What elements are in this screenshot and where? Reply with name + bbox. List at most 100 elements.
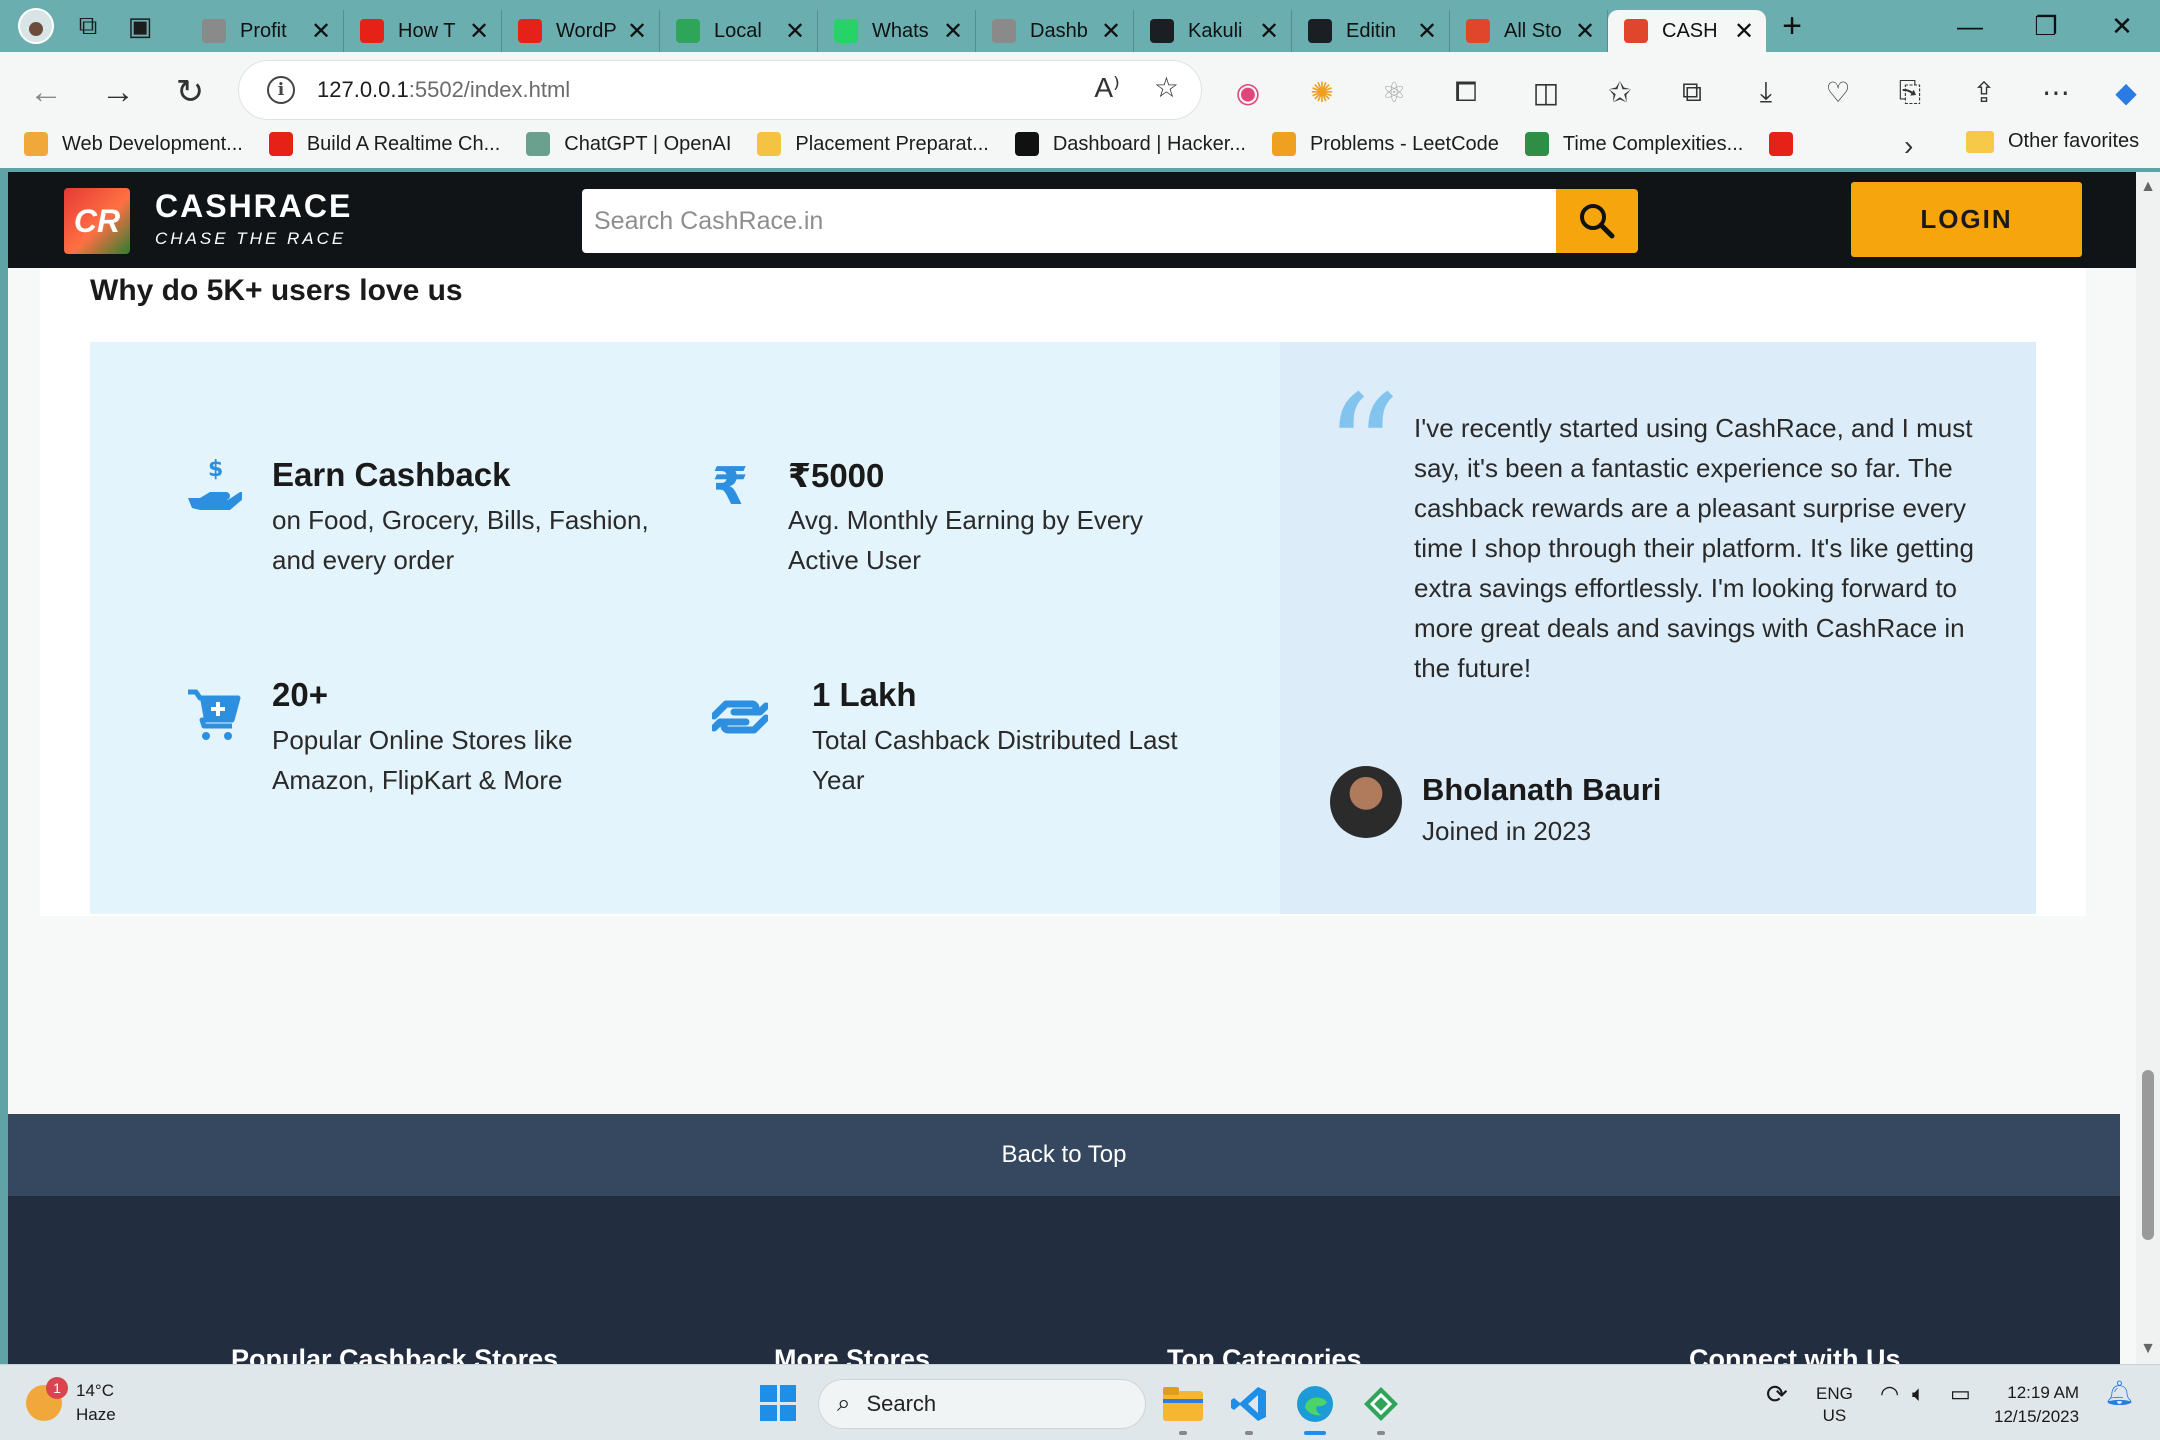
tab-actions-icon[interactable]: ▣ <box>114 0 166 52</box>
system-clock[interactable]: 12:19 AM 12/15/2023 <box>1994 1381 2079 1429</box>
volume-icon[interactable]: 🔈︎ <box>1912 1383 1925 1405</box>
brand-name: CASHRACE <box>155 188 353 224</box>
notification-badge: 1 <box>46 1377 68 1399</box>
read-aloud-icon[interactable]: A⁾ <box>1094 71 1120 104</box>
browser-tab[interactable]: WordP ✕ <box>502 10 660 52</box>
login-button[interactable]: LOGIN <box>1851 182 2082 257</box>
weather-widget[interactable]: 1 14°C Haze <box>26 1377 116 1427</box>
close-tab-icon[interactable]: ✕ <box>1415 17 1439 46</box>
extension-colorful-icon[interactable]: ✺ <box>1296 66 1348 118</box>
browser-tab[interactable]: Dashb ✕ <box>976 10 1134 52</box>
bookmark-item[interactable]: Dashboard | Hacker... <box>1014 132 1246 156</box>
file-explorer-icon[interactable] <box>1158 1379 1208 1435</box>
scroll-down-arrow-icon[interactable]: ▼ <box>2136 1340 2160 1358</box>
cashrace-icon <box>202 19 226 43</box>
downloads-icon[interactable]: ⤓ <box>1740 66 1792 118</box>
back-button[interactable]: ← <box>20 66 72 118</box>
footer-heading-top-categories: Top Categories <box>1167 1344 1362 1364</box>
feature-title: Earn Cashback <box>272 456 511 493</box>
close-tab-icon[interactable]: ✕ <box>1573 17 1597 46</box>
page-scrollbar[interactable]: ▲ ▼ <box>2136 172 2160 1364</box>
more-menu-icon[interactable]: ⋯ <box>2030 66 2082 118</box>
notification-bell-icon[interactable]: 🔔︎ <box>2104 1382 2134 1406</box>
collections-icon[interactable]: ⧉ <box>1666 66 1718 118</box>
bookmark-item[interactable]: Time Complexities... <box>1524 132 1743 156</box>
minimize-button[interactable]: — <box>1932 0 2008 52</box>
feature-desc: Total Cashback Distributed Last Year <box>812 725 1178 795</box>
browser-tab-strip: ⧉ ▣ Profit ✕ How T ✕ WordP ✕ Local ✕ Whats ✕ Dashb… <box>0 0 2160 52</box>
sync-icon[interactable]: ⟳ <box>1766 1381 1788 1407</box>
close-tab-icon[interactable]: ✕ <box>1099 17 1123 46</box>
browser-tab[interactable]: Kakuli ✕ <box>1134 10 1292 52</box>
start-button[interactable] <box>760 1385 796 1421</box>
vscode-icon[interactable] <box>1224 1379 1274 1435</box>
maximize-button[interactable]: ❐ <box>2008 0 2084 52</box>
close-tab-icon[interactable]: ✕ <box>1257 17 1281 46</box>
bookmark-item[interactable]: Web Development... <box>24 132 243 156</box>
browser-tab[interactable]: Profit ✕ <box>186 10 344 52</box>
search-input[interactable] <box>582 189 1556 253</box>
tab-title: Local <box>714 19 762 42</box>
search-button[interactable] <box>1556 189 1638 253</box>
edge-browser-icon[interactable] <box>1290 1379 1340 1435</box>
testimonial-author: Bholanath Bauri <box>1422 772 1662 807</box>
close-tab-icon[interactable]: ✕ <box>1732 17 1756 46</box>
refresh-button[interactable]: ↻ <box>164 66 216 118</box>
close-tab-icon[interactable]: ✕ <box>625 17 649 46</box>
browser-essentials-icon[interactable]: ♡ <box>1812 66 1864 118</box>
address-bar[interactable]: i 127.0.0.1:5502/index.html A⁾ ☆ <box>238 60 1202 120</box>
wifi-icon[interactable]: ◠ <box>1880 1383 1899 1405</box>
site-logo[interactable]: CR <box>64 188 130 254</box>
bookmark-item[interactable]: Build A Realtime Ch... <box>268 132 500 156</box>
browser-tab[interactable]: All Sto ✕ <box>1450 10 1608 52</box>
battery-icon[interactable]: ▭ <box>1950 1383 1971 1405</box>
diamond-app-icon[interactable] <box>1356 1379 1406 1435</box>
forward-button[interactable]: → <box>92 66 144 118</box>
bookmark-item[interactable]: Placement Preparat... <box>757 132 989 156</box>
browser-tab[interactable]: CASH ✕ <box>1608 10 1766 52</box>
close-window-button[interactable]: ✕ <box>2084 0 2160 52</box>
feature-title: 1 Lakh <box>812 676 917 713</box>
workspaces-icon[interactable]: ⧉ <box>62 0 114 52</box>
feature-desc: on Food, Grocery, Bills, Fashion, and ev… <box>272 505 649 575</box>
bookmarks-overflow-chevron-icon[interactable]: › <box>1904 130 1913 162</box>
split-screen-icon[interactable]: ◫ <box>1520 66 1572 118</box>
other-favorites-folder[interactable]: Other favorites <box>1966 130 2139 153</box>
new-tab-button[interactable]: + <box>1766 7 1818 46</box>
extension-react-icon[interactable]: ⚛ <box>1368 66 1420 118</box>
browser-tab[interactable]: Local ✕ <box>660 10 818 52</box>
favorites-icon[interactable]: ✩ <box>1594 66 1646 118</box>
copilot-icon[interactable]: ◆ <box>2100 66 2152 118</box>
features-panel: $ Earn Cashback on Food, Grocery, Bills,… <box>90 342 1280 914</box>
screenshot-icon[interactable]: ⎘ <box>1884 66 1936 118</box>
extension-record-icon[interactable]: ◉ <box>1222 66 1274 118</box>
scroll-thumb[interactable] <box>2142 1070 2154 1240</box>
favorite-star-icon[interactable]: ☆ <box>1154 71 1179 104</box>
site-info-icon[interactable]: i <box>267 76 295 104</box>
openai-icon <box>526 132 551 156</box>
bookmark-label: Problems - LeetCode <box>1309 132 1499 155</box>
window-controls: — ❐ ✕ <box>1932 0 2160 52</box>
bookmark-item[interactable] <box>1769 132 1807 156</box>
site-search <box>582 189 1638 253</box>
profile-button[interactable] <box>10 0 62 52</box>
back-to-top-button[interactable]: Back to Top <box>8 1114 2120 1196</box>
language-indicator[interactable]: ENG US <box>1816 1383 1853 1427</box>
youtube-icon <box>518 19 542 43</box>
close-tab-icon[interactable]: ✕ <box>309 17 333 46</box>
taskbar-search[interactable]: ⌕ Search <box>818 1379 1146 1429</box>
bookmark-item[interactable]: ChatGPT | OpenAI <box>526 132 731 156</box>
close-tab-icon[interactable]: ✕ <box>783 17 807 46</box>
browser-tab[interactable]: How T ✕ <box>344 10 502 52</box>
browser-tab[interactable]: Editin ✕ <box>1292 10 1450 52</box>
tab-title: Kakuli <box>1188 19 1243 42</box>
close-tab-icon[interactable]: ✕ <box>467 17 491 46</box>
close-tab-icon[interactable]: ✕ <box>941 17 965 46</box>
share-icon[interactable]: ⇪ <box>1958 66 2010 118</box>
scroll-up-arrow-icon[interactable]: ▲ <box>2136 178 2160 196</box>
extensions-icon[interactable]: ⧠ <box>1440 66 1492 118</box>
tab-title: Profit <box>240 19 287 42</box>
bookmark-item[interactable]: Problems - LeetCode <box>1271 132 1499 156</box>
browser-tab[interactable]: Whats ✕ <box>818 10 976 52</box>
tab-title: How T <box>398 19 456 42</box>
